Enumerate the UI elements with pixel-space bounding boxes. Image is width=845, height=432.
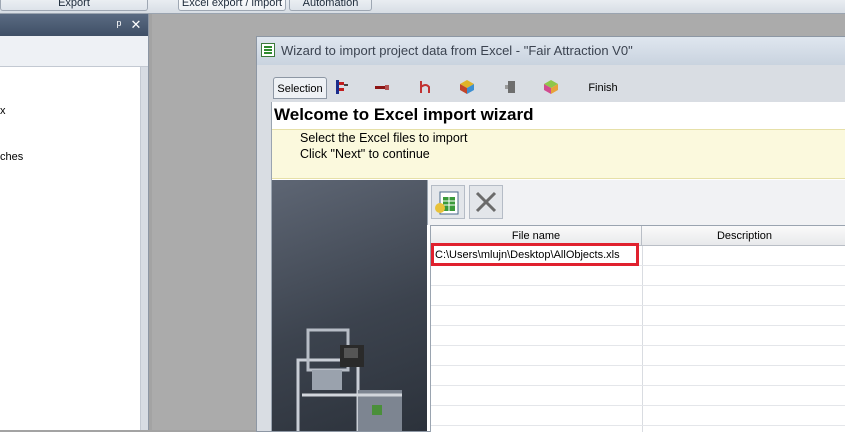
panel-toolbar [0, 36, 148, 67]
ribbon-tab-strip: Export Excel export / import Automation [0, 0, 845, 14]
delete-icon [475, 191, 497, 213]
add-file-button[interactable] [431, 185, 465, 219]
table-row[interactable] [431, 366, 845, 386]
module-icon[interactable] [458, 79, 476, 95]
delete-file-button[interactable] [469, 185, 503, 219]
machine-illustration [272, 180, 427, 431]
pin-icon[interactable]: ᵖ [112, 17, 126, 33]
file-toolbar [427, 180, 845, 225]
info-box: Select the Excel files to import Click "… [272, 129, 845, 179]
tab-selection[interactable]: Selection [273, 77, 327, 99]
panel-tree[interactable]: x ches [0, 67, 141, 430]
tab-automation[interactable]: Automation [289, 0, 372, 11]
tab-export[interactable]: Export [0, 0, 148, 11]
table-row[interactable] [431, 406, 845, 426]
column-header-description[interactable]: Description [642, 226, 845, 246]
close-icon[interactable]: ✕ [129, 17, 143, 33]
info-line: Click "Next" to continue [300, 147, 430, 161]
info-line: Select the Excel files to import [300, 131, 468, 145]
tab-excel-export-import[interactable]: Excel export / import [178, 0, 286, 11]
left-docked-panel: ᵖ ✕ x ches [0, 14, 149, 430]
table-row[interactable] [431, 306, 845, 326]
excel-icon [261, 43, 275, 57]
dialog-title-bar: Wizard to import project data from Excel… [257, 37, 845, 65]
table-row[interactable] [431, 386, 845, 406]
dialog-title: Wizard to import project data from Excel… [281, 43, 633, 58]
table-row[interactable] [431, 266, 845, 286]
table-row[interactable] [431, 286, 845, 306]
wizard-content: Welcome to Excel import wizard Select th… [271, 102, 845, 432]
panel-header: ᵖ ✕ [0, 14, 148, 36]
cable-icon[interactable] [373, 79, 391, 95]
device-icon[interactable] [502, 79, 520, 95]
tab-finish[interactable]: Finish [581, 77, 625, 99]
file-path-highlight [431, 243, 639, 266]
import-wizard-dialog: Wizard to import project data from Excel… [256, 36, 845, 432]
table-row[interactable] [431, 346, 845, 366]
wizard-heading: Welcome to Excel import wizard [274, 105, 534, 124]
wizard-tabs: Selection Finish [257, 75, 845, 101]
machine-illustration-graphic [296, 328, 402, 431]
add-file-icon [435, 191, 459, 215]
cube-icon[interactable] [542, 79, 560, 95]
wiring-icon[interactable] [333, 79, 351, 95]
tree-item-fragment[interactable]: ches [0, 151, 23, 163]
table-row[interactable] [431, 326, 845, 346]
connector-icon[interactable] [417, 79, 435, 95]
tree-item-fragment[interactable]: x [0, 105, 6, 117]
